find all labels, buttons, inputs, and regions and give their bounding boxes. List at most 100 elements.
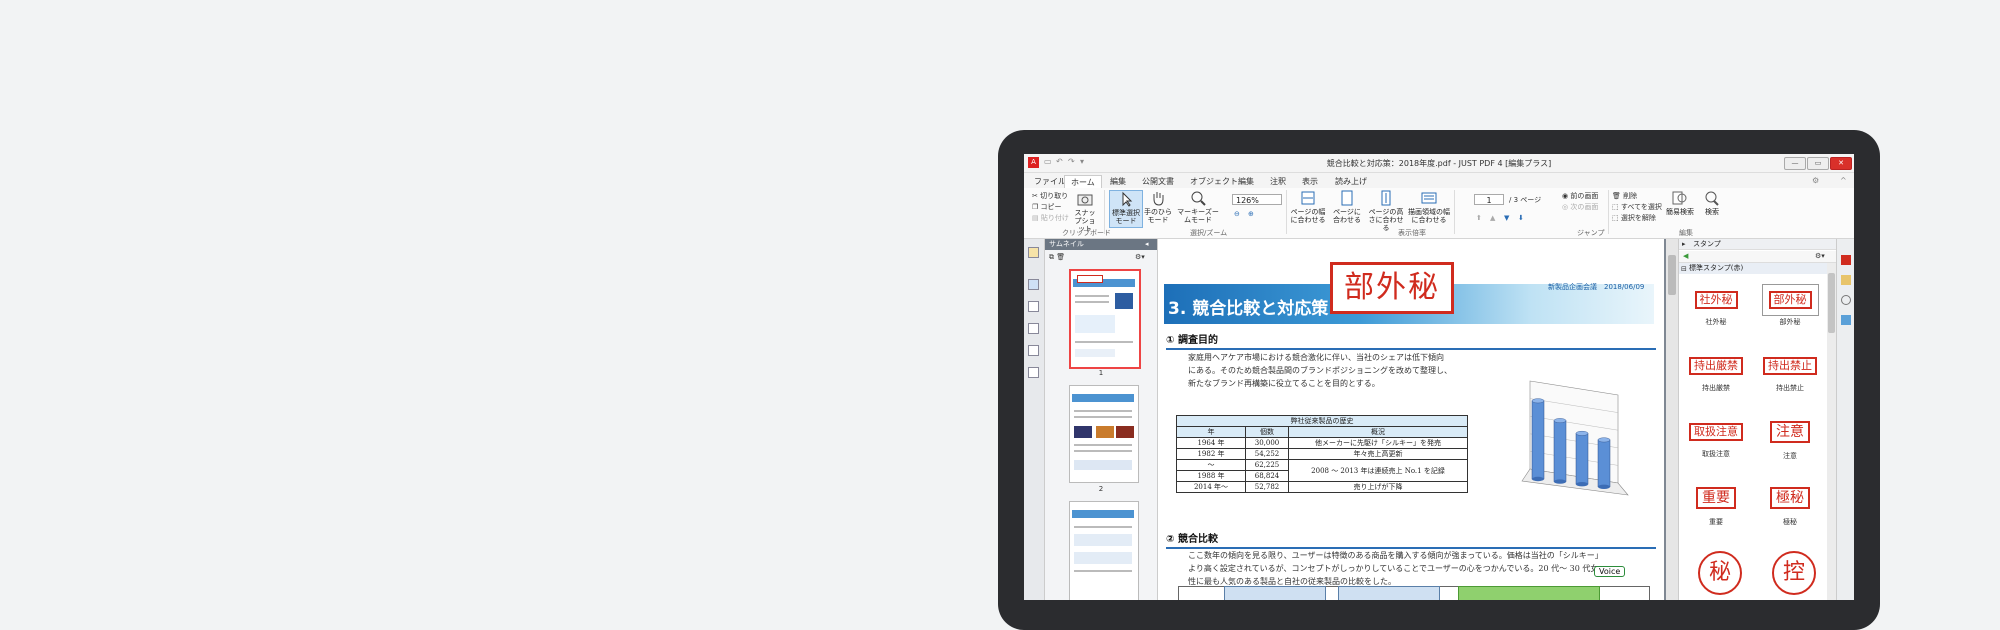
attachment-icon[interactable] [1028,323,1039,334]
maximize-button[interactable]: ▭ [1807,157,1829,170]
zoom-select[interactable]: 126% [1232,194,1282,205]
standard-select-label: 標準選択モード [1112,209,1140,225]
standard-select-button[interactable]: 標準選択モード [1109,190,1143,228]
scrollbar-thumb[interactable] [1828,273,1835,333]
select-all-button[interactable]: ⬚ すべてを選択 [1612,202,1662,212]
delete-button[interactable]: 🗑 削除 [1612,191,1637,201]
scrollbar-thumb[interactable] [1668,255,1676,295]
note-tool-icon[interactable] [1841,275,1851,285]
collapse-ribbon-icon[interactable]: ^ [1840,176,1847,185]
tab-object-edit[interactable]: オブジェクト編集 [1184,175,1260,188]
search-button[interactable]: 検索 [1700,190,1724,216]
prev-page-icon[interactable]: ▲ [1490,214,1495,222]
close-button[interactable]: ✕ [1830,157,1852,170]
copy-button[interactable]: ❐ コピー [1032,202,1062,212]
zoom-marquee-icon [1189,190,1207,206]
hand-mode-label: 手のひらモード [1144,208,1172,224]
zoom-out-icon[interactable]: ⊖ [1234,210,1240,218]
stamp-preview: 極秘 [1770,487,1810,509]
fit-page-button[interactable]: ページに合わせる [1330,190,1364,224]
stamp-label: 持出禁止 [1776,384,1804,392]
table-cell: 54,252 [1245,448,1289,460]
window-title: 競合比較と対応策：2018年度.pdf - JUST PDF 4 [編集プラス] [1326,159,1552,168]
fit-height-button[interactable]: ページの高さに合わせる [1368,190,1404,232]
next-view-button[interactable]: ◎ 次の画面 [1562,202,1598,212]
tab-annotation[interactable]: 注釈 [1264,175,1292,188]
paste-button[interactable]: ▤ 貼り付け [1032,213,1069,223]
layers-icon[interactable] [1028,345,1039,356]
meeting-date: 新製品企画会議 2018/06/09 [1548,283,1645,291]
stamp-category[interactable]: 標準スタンプ(赤) [1679,263,1837,274]
stamp-item[interactable]: 注意 注意 [1759,421,1821,461]
cut-button[interactable]: ✂ 切り取り [1032,191,1068,201]
stamp-preview: 秘 [1698,551,1742,595]
deselect-button[interactable]: ⬚ 選択を解除 [1612,213,1656,223]
tab-view[interactable]: 表示 [1296,175,1324,188]
pages-icon[interactable] [1028,301,1039,312]
next-page-icon[interactable]: ▼ [1504,214,1509,222]
prev-view-button[interactable]: ◉ 前の画面 [1562,191,1598,201]
fit-visible-icon [1420,190,1438,206]
bookmark-icon[interactable] [1028,247,1039,258]
first-page-icon[interactable]: ⬆ [1476,214,1482,222]
chart-bar-base [1576,482,1588,487]
settings-gear-icon[interactable]: ⚙ [1812,176,1819,185]
simple-search-button[interactable]: 簡易検索 [1664,190,1696,216]
panel-collapse-icon[interactable]: ◂ [1145,240,1149,248]
tab-read-aloud[interactable]: 読み上げ [1329,175,1373,188]
stamp-label: 重要 [1709,518,1723,526]
stamp-item-selected[interactable]: 部外秘 部外秘 [1759,284,1821,327]
last-page-icon[interactable]: ⬇ [1518,214,1524,222]
page-number-input[interactable]: 1 [1474,194,1504,205]
fit-width-button[interactable]: ページの幅に合わせる [1290,190,1326,224]
ribbon-separator [1608,190,1609,234]
stamp-tool-icon[interactable] [1841,255,1851,265]
section-heading: ② 競合比較 [1166,530,1656,549]
minimize-button[interactable]: — [1784,157,1806,170]
stamp-item[interactable]: 社外秘 社外秘 [1685,291,1747,327]
thumb-settings-icon[interactable]: ⚙▾ [1135,253,1145,261]
stamp-item[interactable]: 極秘 極秘 [1759,487,1821,527]
thumbnail-panel: サムネイル ◂ ⧉ 🗑 ⚙▾ 1 2 [1045,239,1158,600]
tab-home[interactable]: ホーム [1064,175,1102,189]
document-view[interactable]: 3. 競合比較と対応策 新製品企画会議 2018/06/09 部外秘 ① 調査目… [1158,239,1678,600]
thumbnail-icon[interactable] [1028,279,1039,290]
table-cell: 1964 年 [1176,437,1246,449]
voice-annotation[interactable]: Voice [1594,566,1626,577]
fit-visible-label: 描画領域の幅に合わせる [1408,208,1450,224]
thumb-option-icon[interactable]: ⧉ 🗑 [1049,253,1065,262]
paragraph-line: 家庭用ヘアケア市場における競合激化に伴い、当社のシェアは低下傾向 [1188,353,1444,362]
share-tool-icon[interactable] [1841,315,1851,325]
thumbnail-page-1[interactable] [1069,269,1141,369]
table-row: 〜 62,225 2008 〜 2013 年は連続売上 No.1 を記録 [1176,459,1468,482]
hand-mode-button[interactable]: 手のひらモード [1144,190,1172,224]
fit-visible-button[interactable]: 描画領域の幅に合わせる [1408,190,1450,224]
snapshot-button[interactable]: スナップショット [1072,191,1098,233]
confidential-stamp[interactable]: 部外秘 [1330,262,1454,314]
stamp-item[interactable]: 持出禁止 持出禁止 [1759,357,1821,393]
back-arrow-icon[interactable]: ◀ [1683,252,1688,260]
stamp-item[interactable]: 秘 [1689,551,1751,595]
group-display-size: 表示倍率 [1398,229,1426,237]
stamp-scrollbar[interactable] [1827,263,1836,600]
expand-arrow-icon[interactable]: ▸ [1682,240,1686,248]
comments-icon[interactable] [1028,367,1039,378]
vertical-scrollbar[interactable] [1666,239,1678,600]
table-cell: 52,782 [1245,481,1289,493]
thumbnail-page-3[interactable] [1069,501,1139,600]
stamp-item[interactable]: 控 [1763,551,1825,595]
stamp-item[interactable]: 重要 重要 [1685,487,1747,527]
pdf-page[interactable]: 3. 競合比較と対応策 新製品企画会議 2018/06/09 部外秘 ① 調査目… [1158,239,1664,600]
marquee-zoom-button[interactable]: マーキーズームモード [1176,190,1220,224]
collapse-category-icon[interactable]: ⊟ [1681,265,1687,273]
stamp-label: 取扱注意 [1702,450,1730,458]
stamp-settings-icon[interactable]: ⚙▾ [1815,252,1825,260]
tab-public-doc[interactable]: 公開文書 [1136,175,1180,188]
stamp-item[interactable]: 取扱注意 取扱注意 [1685,423,1747,459]
search-tool-icon[interactable] [1841,295,1851,305]
tab-edit[interactable]: 編集 [1104,175,1132,188]
stamp-item[interactable]: 持出厳禁 持出厳禁 [1685,357,1747,393]
thumbnail-page-2[interactable] [1069,385,1139,483]
paragraph-line: 新たなブランド再構築に役立てることを目的とする。 [1188,379,1380,388]
zoom-in-icon[interactable]: ⊕ [1248,210,1254,218]
